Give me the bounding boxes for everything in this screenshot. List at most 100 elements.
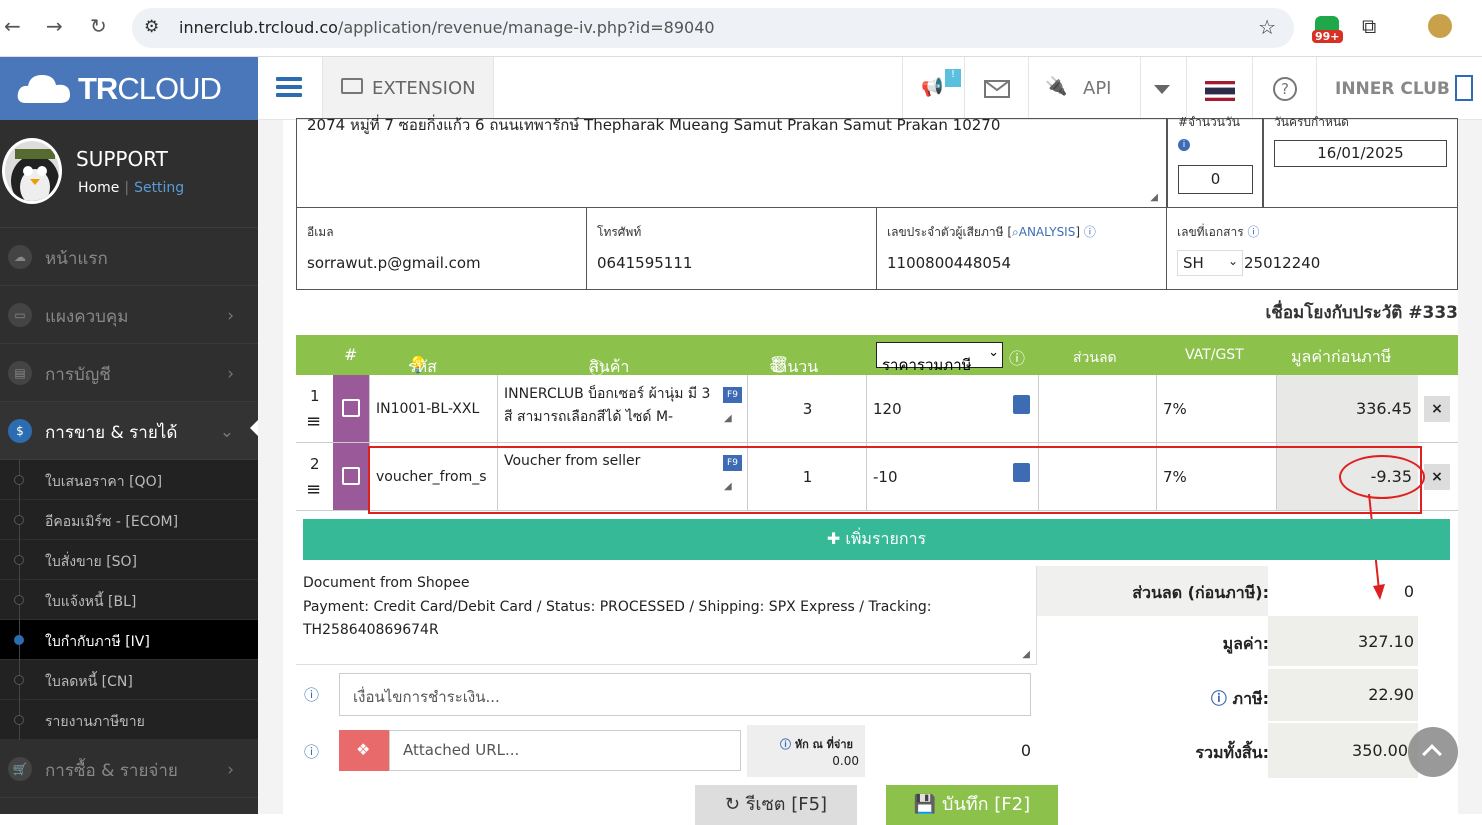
taxid-box: เลขประจำตัวผู้เสียภาษี [⌕ANALYSIS] ⓘ 110… (876, 207, 1167, 290)
sidebar-item-home[interactable]: ☁ หน้าแรก (0, 228, 258, 286)
scroll-top-button[interactable] (1408, 727, 1458, 777)
notes-box[interactable]: Document from Shopee Payment: Credit Car… (296, 566, 1037, 665)
attached-url-input[interactable]: Attached URL... (389, 730, 741, 771)
sidebar-item-sales[interactable]: $ การขาย & รายได้ ⌄ (0, 402, 258, 460)
discount-field[interactable] (1038, 375, 1156, 442)
sidebar-item-sales-tax-report[interactable]: รายงานภาษีขาย (0, 700, 258, 740)
extensions-puzzle-icon[interactable]: ⧉ (1362, 14, 1376, 38)
remove-row-button[interactable]: × (1424, 464, 1450, 490)
forward-icon[interactable]: → (46, 14, 63, 38)
notes-text: Document from Shopee Payment: Credit Car… (303, 575, 932, 638)
email-field[interactable]: sorrawut.p@gmail.com (307, 254, 481, 272)
chevron-down-icon: ⌄ (1227, 254, 1238, 268)
doc-number-field[interactable]: 25012240 (1244, 254, 1320, 272)
dollar-icon: $ (8, 419, 32, 443)
address-box[interactable]: 2074 หมู่ที่ 7 ซอยกิ่งแก้ว 6 ถนนเทพารักษ… (296, 116, 1167, 208)
address-text: 2074 หมู่ที่ 7 ซอยกิ่งแก้ว 6 ถนนเทพารักษ… (307, 116, 1001, 134)
remove-row-button[interactable]: × (1424, 396, 1450, 422)
f9-lookup-button[interactable]: F9 (723, 387, 742, 403)
main-content: 2074 หมู่ที่ 7 ซอยกิ่งแก้ว 6 ถนนเทพารักษ… (258, 115, 1482, 825)
withholding-box[interactable]: ⓘ หัก ณ ที่จ่าย 0.00 (747, 725, 865, 777)
copy-row-button[interactable] (333, 443, 369, 510)
sidebar-item-ecom[interactable]: อีคอมเมิร์ซ - [ECOM] (0, 500, 258, 540)
refresh-icon: ↻ (724, 794, 741, 815)
cart-icon: 🛒 (8, 757, 32, 781)
dropdown-toggle[interactable] (1140, 57, 1186, 120)
price-type-select[interactable]: ราคารวมภาษี ⌄ (876, 342, 1003, 374)
copy-icon (342, 399, 360, 417)
thai-flag-icon (1205, 81, 1235, 101)
setting-link[interactable]: Setting (134, 180, 184, 196)
save-button[interactable]: 💾 บันทึก [F2] (886, 785, 1058, 825)
subtotal-value: 327.10 (1358, 632, 1414, 651)
items-table-header: # 💡 รหัส สินค้า ⓘ จำนวน 🗑 ราคารวมภาษี ⌄ ⓘ… (296, 335, 1458, 378)
notification-badge: ! (945, 69, 961, 87)
sidebar-item-credit-note[interactable]: ใบลดหนี้ [CN] (0, 660, 258, 700)
table-row: 1 ≡ IN1001-BL-XXL INNERCLUB บ็อกเซอร์ ผ้… (296, 375, 1458, 443)
reset-button[interactable]: ↻ รีเซต [F5] (695, 785, 857, 825)
address-bar[interactable]: ⚙ innerclub.trcloud.co/application/reven… (132, 8, 1294, 48)
site-info-icon[interactable]: ⚙ (144, 17, 159, 37)
phone-box: โทรศัพท์ 0641595111 (586, 207, 877, 290)
copy-row-button[interactable] (333, 375, 369, 442)
bookmark-star-icon[interactable]: ☆ (1258, 15, 1276, 39)
phone-field[interactable]: 0641595111 (597, 254, 692, 272)
credit-days-input[interactable]: 0 (1178, 165, 1253, 194)
profile-avatar[interactable] (1428, 14, 1452, 38)
due-date-input[interactable]: 16/01/2025 (1274, 140, 1447, 167)
history-link[interactable]: เชื่อมโยงกับประวัติ #333 (1265, 299, 1458, 326)
sidebar-item-tax-invoice[interactable]: ใบกำกับภาษี [IV] (0, 620, 258, 660)
announcement-button[interactable]: 📢 ! (902, 57, 964, 120)
sidebar-item-accounting[interactable]: ▤ การบัญชี › (0, 344, 258, 402)
dropbox-button[interactable]: ❖ (339, 730, 389, 771)
sidebar-item-dashboard[interactable]: ▭ แผงควบคุม › (0, 286, 258, 344)
product-name-field[interactable]: INNERCLUB บ็อกเซอร์ ผ้านุ่ม มี 3 สี สามา… (504, 383, 718, 429)
payment-terms-input[interactable]: เงื่อนไขการชำระเงิน... (339, 673, 1031, 716)
monitor-icon (341, 78, 363, 94)
trash-icon[interactable]: 🗑 (769, 355, 789, 374)
credit-days-box: #จำนวนวัน i 0 (1167, 115, 1263, 208)
back-icon[interactable]: ← (4, 14, 21, 38)
mail-button[interactable] (964, 57, 1028, 120)
vat-select[interactable]: 7% (1163, 400, 1187, 418)
drag-handle-icon[interactable]: ≡ (306, 411, 321, 432)
qty-field[interactable]: 3 (748, 400, 867, 418)
chevron-right-icon: › (227, 364, 234, 384)
info-icon: ⓘ (1009, 349, 1026, 368)
cloud-icon (17, 75, 70, 103)
highlight-box (368, 446, 1422, 514)
reload-icon[interactable]: ↻ (90, 14, 107, 38)
price-field[interactable]: 120 (873, 400, 902, 418)
sidebar-item-sales-order[interactable]: ใบสั่งขาย [SO] (0, 540, 258, 580)
language-button[interactable] (1186, 57, 1252, 120)
user-name: SUPPORT (76, 147, 168, 171)
product-code-field[interactable]: IN1001-BL-XXL (376, 401, 494, 417)
sidebar-item-billing[interactable]: ใบแจ้งหนี้ [BL] (0, 580, 258, 620)
grand-total-label: รวมทั้งสิ้น: (1195, 743, 1269, 762)
due-date-box: วันครบกำหนด 16/01/2025 (1263, 115, 1458, 208)
copy-icon (342, 467, 360, 485)
sidebar-item-quotation[interactable]: ใบเสนอราคา [QO] (0, 460, 258, 500)
brand-logo[interactable]: TRCLOUD (0, 57, 258, 120)
taxid-field[interactable]: 1100800448054 (887, 254, 1011, 272)
drag-handle-icon[interactable]: ≡ (306, 479, 321, 500)
envelope-icon (984, 80, 1010, 98)
resize-handle-icon: ◢ (1022, 649, 1030, 660)
extension-button[interactable]: EXTENSION (322, 57, 494, 120)
penguin-icon (11, 149, 59, 201)
book-icon: ▤ (8, 361, 32, 385)
avatar[interactable] (2, 138, 62, 204)
home-link[interactable]: Home (78, 180, 119, 196)
hamburger-menu-icon[interactable] (276, 77, 302, 97)
calculator-icon[interactable] (1013, 395, 1030, 414)
analysis-link[interactable]: ⌕ANALYSIS (1012, 225, 1075, 239)
sidebar-item-purchases[interactable]: 🛒 การซื้อ & รายจ่าย › (0, 740, 258, 798)
line-amount: 336.45 (1356, 399, 1412, 418)
doc-prefix-select[interactable]: SH ⌄ (1177, 250, 1243, 276)
api-button[interactable]: 🔌 API (1028, 57, 1140, 120)
question-icon: ? (1273, 77, 1297, 101)
inner-club-button[interactable]: INNER CLUB (1316, 57, 1482, 120)
help-button[interactable]: ? (1252, 57, 1316, 120)
discount-total-value: 0 (1403, 582, 1414, 601)
add-item-button[interactable]: ✚ เพิ่มรายการ (303, 519, 1450, 560)
